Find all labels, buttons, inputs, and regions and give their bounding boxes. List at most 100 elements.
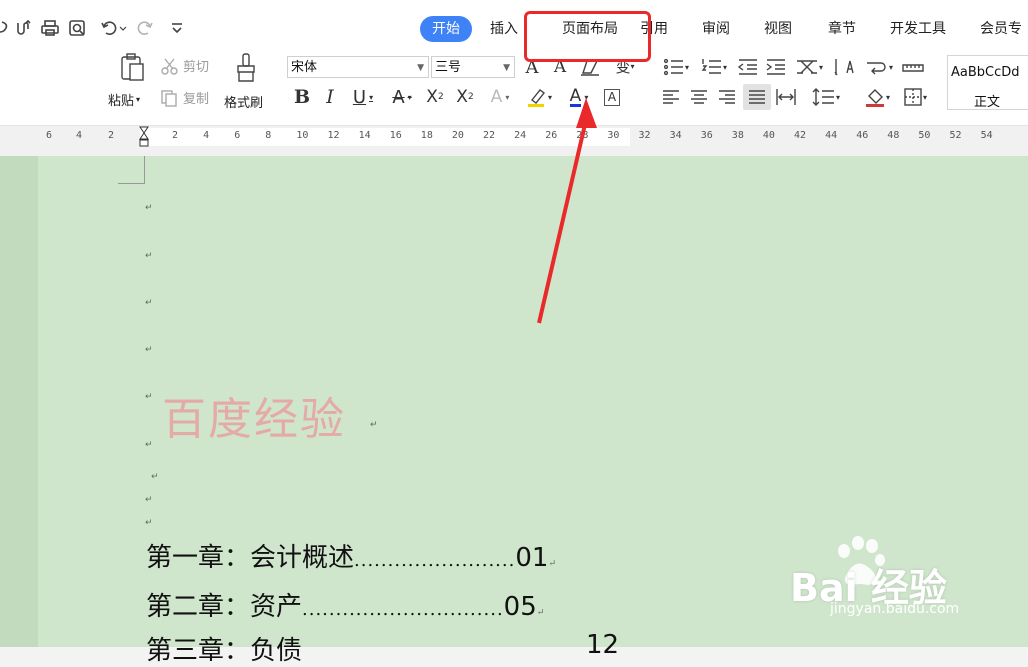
title-bar: 开始 插入 页面布局 引用 审阅 视图 章节 开发工具 会员专 xyxy=(0,0,1028,44)
align-right-icon[interactable] xyxy=(716,86,738,108)
bullet-list-icon[interactable]: ▾ xyxy=(660,56,692,78)
shading-icon[interactable]: ▾ xyxy=(860,86,894,108)
subscript-icon[interactable]: X2 xyxy=(454,86,476,108)
style-normal[interactable]: AaBbCcDd 正文 xyxy=(947,55,1028,110)
print-preview-icon[interactable] xyxy=(66,15,90,41)
toc-page-number: 12 xyxy=(586,630,620,660)
toc-page-number: 05 xyxy=(503,592,537,622)
ruler-tick: 18 xyxy=(420,130,433,141)
highlight-icon[interactable]: ▾ xyxy=(522,86,556,108)
increase-indent-icon[interactable] xyxy=(764,56,788,78)
brush-icon[interactable] xyxy=(232,52,260,84)
borders-icon[interactable]: ▾ xyxy=(898,86,932,108)
horizontal-ruler[interactable]: 6 4 2 2 4 6 8 10 12 14 16 18 20 22 24 26 28 30 32 34 36 38 40 4… xyxy=(0,126,1028,157)
italic-icon[interactable]: I xyxy=(320,86,340,108)
ruler-tick: 46 xyxy=(856,130,869,141)
copy-button[interactable]: 复制 xyxy=(160,88,209,107)
paragraph-mark: ↵ xyxy=(370,420,378,430)
ruler-tick: 14 xyxy=(358,130,371,141)
paragraph-mark: ↵ xyxy=(145,298,153,308)
text-effect-icon[interactable]: A ▾ xyxy=(484,86,516,108)
ruler-tick: 38 xyxy=(731,130,744,141)
ruler-tick: 16 xyxy=(389,130,402,141)
format-painter-button[interactable]: 格式刷 xyxy=(224,92,263,111)
decrease-indent-icon[interactable] xyxy=(736,56,760,78)
export-icon[interactable] xyxy=(12,15,34,41)
paragraph-mark: ↵ xyxy=(151,472,159,482)
bold-icon[interactable]: B xyxy=(292,86,312,108)
ruler-tick: 28 xyxy=(576,130,589,141)
ruler-tick: 42 xyxy=(794,130,807,141)
underline-icon[interactable]: U ▾ xyxy=(346,86,380,108)
superscript-icon[interactable]: X2 xyxy=(424,86,446,108)
toc-title: 第二章：资产 xyxy=(146,592,303,622)
paragraph-mark: ↵ xyxy=(145,251,153,261)
align-center-icon[interactable] xyxy=(688,86,710,108)
toc-entry[interactable]: 第二章：资产..............................05↵ xyxy=(146,586,544,623)
line-spacing-icon[interactable]: ▾ xyxy=(808,86,844,108)
copy-label: 复制 xyxy=(183,92,210,107)
style-name: 正文 xyxy=(974,95,1001,110)
ruler-tick: 24 xyxy=(514,130,527,141)
ruler-tick: 34 xyxy=(669,130,682,141)
ruler-tick: 4 xyxy=(76,130,83,141)
font-color-icon[interactable]: A ▾ xyxy=(562,86,596,108)
style-preview: AaBbCcDd xyxy=(951,65,1020,80)
ruler-tick: 32 xyxy=(638,130,651,141)
copy-icon xyxy=(161,89,177,107)
undo-icon[interactable] xyxy=(98,15,128,41)
ruler-tick: 40 xyxy=(762,130,775,141)
tab-view[interactable]: 视图 xyxy=(752,16,804,42)
ruler-tick: 2 xyxy=(172,130,179,141)
ruler-tick: 22 xyxy=(483,130,496,141)
print-icon[interactable] xyxy=(38,15,62,41)
sort-icon[interactable] xyxy=(832,56,856,78)
chinese-layout-icon[interactable]: ▾ xyxy=(792,56,826,78)
character-border-icon[interactable]: A xyxy=(602,86,622,108)
tab-member[interactable]: 会员专 xyxy=(968,16,1028,42)
tab-developer[interactable]: 开发工具 xyxy=(878,16,958,42)
page-margin-left xyxy=(0,156,38,647)
toc-entry[interactable]: 第一章：会计概述........................01↵ xyxy=(146,537,556,574)
align-left-icon[interactable] xyxy=(660,86,682,108)
tab-sections[interactable]: 章节 xyxy=(816,16,868,42)
numbered-list-icon[interactable]: ▾ xyxy=(698,56,730,78)
paste-icon[interactable] xyxy=(112,52,152,82)
font-name-select[interactable]: 宋体 ▼ xyxy=(287,56,429,78)
paragraph-mark: ↵ xyxy=(145,440,153,450)
paste-button[interactable]: 粘贴 ▾ xyxy=(108,90,140,109)
indent-marker-icon[interactable] xyxy=(139,126,149,148)
tab-insert[interactable]: 插入 xyxy=(478,16,530,42)
ruler-tick: 10 xyxy=(296,130,309,141)
paragraph-mark: ↵ xyxy=(145,518,153,528)
justify-icon[interactable] xyxy=(743,84,771,110)
margin-corner-mark xyxy=(118,156,145,184)
paragraph-mark: ↵ xyxy=(145,495,153,505)
save-icon[interactable] xyxy=(0,15,10,41)
ruler-tick: 6 xyxy=(234,130,241,141)
customize-toolbar-icon[interactable] xyxy=(168,15,186,41)
font-size-value: 三号 xyxy=(435,60,462,75)
tab-home[interactable]: 开始 xyxy=(420,16,472,42)
ruler-tick: 12 xyxy=(327,130,340,141)
ruler-tick: 6 xyxy=(46,130,53,141)
ruler-tick: 48 xyxy=(887,130,900,141)
paragraph-mark: ↵ xyxy=(145,392,153,402)
show-hide-marks-icon[interactable]: ▾ xyxy=(862,56,896,78)
ruler-tick: 4 xyxy=(203,130,210,141)
document-watermark-text: 百度经验 xyxy=(162,394,346,445)
toc-title: 第一章：会计概述 xyxy=(146,543,355,573)
tab-review[interactable]: 审阅 xyxy=(690,16,742,42)
distributed-align-icon[interactable] xyxy=(774,86,798,108)
toc-entry[interactable]: 第三章：负债 12 xyxy=(146,630,619,667)
font-size-select[interactable]: 三号 ▼ xyxy=(431,56,515,78)
cut-button[interactable]: 剪切 xyxy=(160,56,209,75)
ruler-tick: 36 xyxy=(700,130,713,141)
ruler-tick: 26 xyxy=(545,130,558,141)
tab-stop-icon[interactable] xyxy=(900,56,926,78)
ruler-tick: 8 xyxy=(265,130,272,141)
paragraph-mark: ↵ xyxy=(145,203,153,213)
baidu-url: jingyan.baidu.com xyxy=(830,601,960,617)
strikethrough-icon[interactable]: A ▾ xyxy=(386,86,418,108)
redo-icon[interactable] xyxy=(136,15,156,41)
